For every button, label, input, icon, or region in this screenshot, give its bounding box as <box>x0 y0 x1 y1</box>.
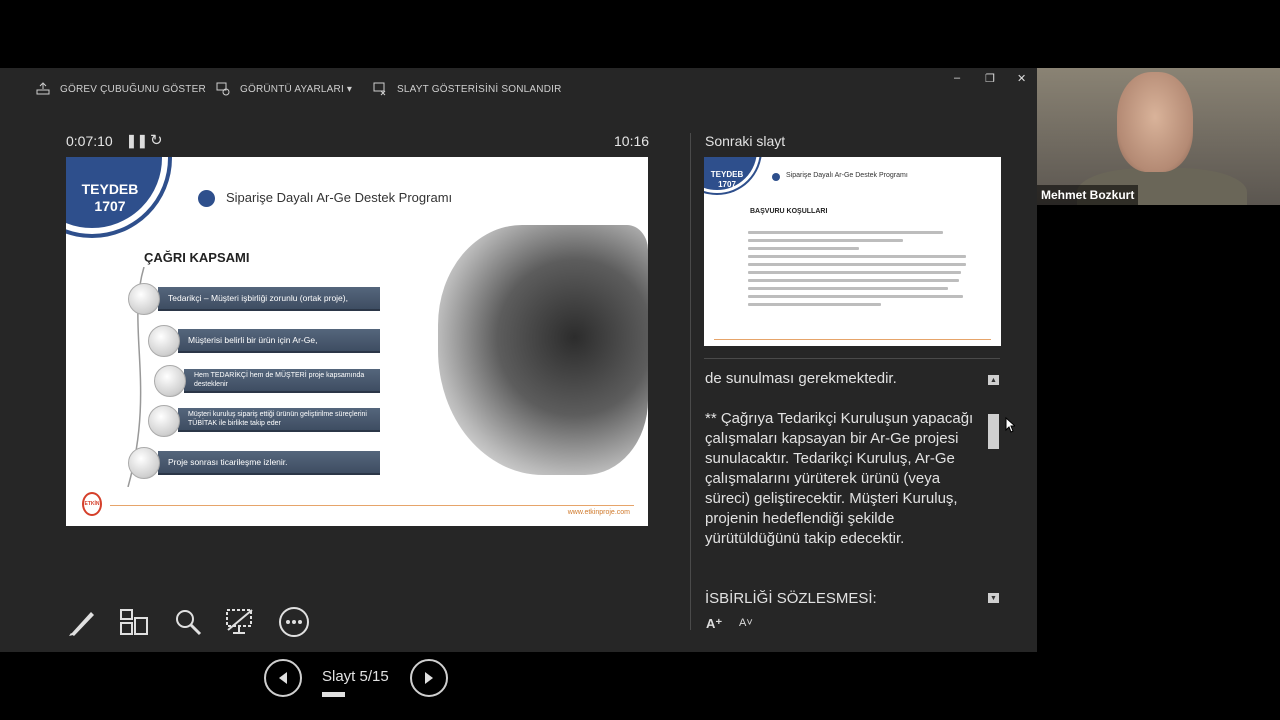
grid-icon <box>120 609 148 635</box>
pen-icon <box>69 612 94 636</box>
scope-item: Proje sonrası ticarileşme izlenir. <box>158 451 380 475</box>
slide-heading: ÇAĞRI KAPSAMI <box>144 250 250 265</box>
slide-counter: Slayt 5/15 <box>322 668 389 685</box>
black-screen-button[interactable] <box>224 606 256 638</box>
reset-timer-icon[interactable]: ↻ <box>150 131 163 149</box>
scope-item: Müşterisi belirli bir ürün için Ar-Ge, <box>178 329 380 353</box>
magnifier-icon <box>176 610 202 636</box>
prev-arrow-icon <box>279 672 287 684</box>
scope-bubble <box>128 283 160 315</box>
display-settings-icon <box>216 82 230 96</box>
next-title-bullet <box>772 173 780 181</box>
next-badge-text: TEYDEB 1707 <box>710 170 744 189</box>
next-slide-title: Siparişe Dayalı Ar-Ge Destek Programı <box>786 172 908 179</box>
current-slide[interactable]: TEYDEB 1707 Siparişe Dayalı Ar-Ge Destek… <box>66 157 648 526</box>
more-options-button[interactable] <box>278 606 310 638</box>
scope-bubble <box>128 447 160 479</box>
pen-tool-button[interactable] <box>66 606 98 638</box>
taskbar-icon <box>36 82 50 95</box>
more-icon <box>279 607 309 637</box>
notes-paragraph: ** Çağrıya Tedarikçi Kuruluşun yapacağı … <box>705 410 974 547</box>
notes-line: de sunulması gerekmektedir. <box>705 370 897 387</box>
end-show-icon <box>373 82 386 96</box>
notes-scrollbar-thumb[interactable] <box>988 414 999 449</box>
slide-title: Siparişe Dayalı Ar-Ge Destek Programı <box>226 190 453 205</box>
next-slide-heading: BAŞVURU KOŞULLARI <box>750 208 828 215</box>
presenter-view: GÖREV ÇUBUĞUNU GÖSTER GÖRÜNTÜ AYARLARI ▾… <box>0 68 1037 697</box>
title-bullet <box>198 190 215 207</box>
teydeb-badge-text: TEYDEB 1707 <box>81 181 139 214</box>
slide-url: www.etkinproje.com <box>567 509 630 516</box>
notes-scroll-up-button[interactable]: ▲ <box>988 375 999 385</box>
notes-section: İSBİRLİĞİ SÖZLESMESİ: <box>705 590 877 607</box>
close-button[interactable]: ✕ <box>1017 72 1026 85</box>
progress-fill <box>322 692 345 697</box>
pause-icon[interactable]: ❚❚ <box>126 133 148 149</box>
end-slideshow-label: SLAYT GÖSTERİSİNİ SONLANDIR <box>397 83 562 95</box>
elapsed-timer: 0:07:10 <box>66 133 113 149</box>
scope-bubble <box>154 365 186 397</box>
display-settings-label: GÖRÜNTÜ AYARLARI ▾ <box>240 83 353 95</box>
current-time: 10:16 <box>614 133 650 149</box>
previous-slide-button[interactable] <box>264 659 302 697</box>
minimize-button[interactable]: – <box>954 72 960 84</box>
screen-icon <box>226 609 253 634</box>
webcam-person-face <box>1117 72 1193 172</box>
handshake-image <box>438 225 648 475</box>
panel-divider <box>690 133 691 630</box>
participant-name: Mehmet Bozkurt <box>1037 185 1139 205</box>
progress-track <box>322 692 391 697</box>
notes-scroll-down-button[interactable]: ▼ <box>988 593 999 603</box>
restore-button[interactable]: ❐ <box>985 72 995 85</box>
company-logo: ETKİN <box>82 492 102 516</box>
next-slide-label: Sonraki slayt <box>705 133 786 149</box>
see-all-slides-button[interactable] <box>118 606 150 638</box>
next-slide-button[interactable] <box>410 659 448 697</box>
footer-line <box>110 505 634 506</box>
next-footer-line <box>714 339 991 340</box>
display-settings-button[interactable]: GÖRÜNTÜ AYARLARI ▾ <box>216 82 352 96</box>
font-decrease-button[interactable]: A˅ <box>739 617 753 629</box>
next-slide-body <box>748 231 970 311</box>
next-arrow-icon <box>425 672 433 684</box>
notes-separator <box>704 358 1000 359</box>
font-increase-button[interactable]: A⁺ <box>706 616 722 632</box>
scope-item: Müşteri kuruluş sipariş ettiği ürünün ge… <box>178 408 380 432</box>
end-slideshow-button[interactable]: SLAYT GÖSTERİSİNİ SONLANDIR <box>373 82 562 96</box>
zoom-button[interactable] <box>172 606 204 638</box>
show-taskbar-label: GÖREV ÇUBUĞUNU GÖSTER <box>60 83 206 95</box>
scope-bubble <box>148 325 180 357</box>
next-slide-preview[interactable]: TEYDEB 1707 Siparişe Dayalı Ar-Ge Destek… <box>704 157 1001 346</box>
scope-item: Tedarikçi – Müşteri işbirliği zorunlu (o… <box>158 287 380 311</box>
scope-bubble <box>148 405 180 437</box>
scope-item: Hem TEDARİKÇİ hem de MÜŞTERİ proje kapsa… <box>184 369 380 393</box>
show-taskbar-button[interactable]: GÖREV ÇUBUĞUNU GÖSTER <box>36 82 206 96</box>
webcam-video: Mehmet Bozkurt <box>1037 68 1280 205</box>
mouse-cursor-icon <box>1005 417 1015 433</box>
